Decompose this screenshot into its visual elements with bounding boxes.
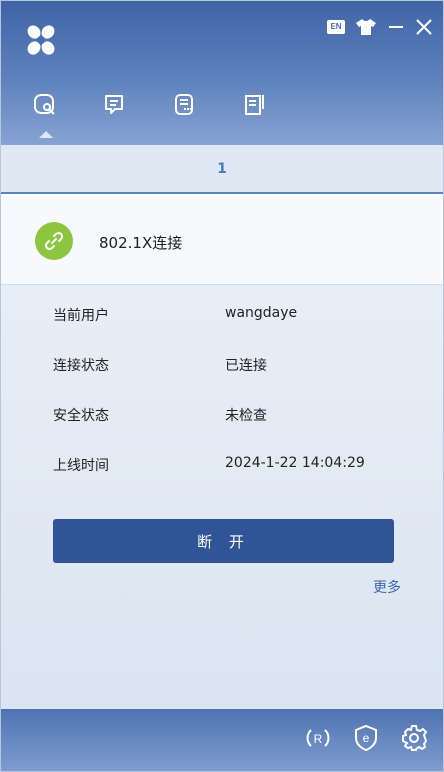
connection-name: 802.1X连接 [99, 234, 183, 252]
security-value: 未检查 [225, 408, 267, 424]
log-icon [175, 94, 193, 115]
language-button[interactable]: EN [327, 20, 345, 34]
online-time-label: 上线时间 [53, 458, 109, 474]
footer-bar: R e [1, 709, 443, 771]
notes-icon [245, 95, 264, 115]
svg-text:R: R [314, 732, 323, 746]
footer-controls: R e [303, 723, 429, 753]
connection-icon [34, 94, 55, 115]
language-icon: EN [327, 20, 345, 34]
message-icon [105, 95, 123, 114]
settings-button[interactable] [399, 723, 429, 753]
active-tab-pointer [39, 131, 53, 138]
tab-notes[interactable] [243, 93, 313, 133]
refresh-button[interactable]: R [303, 723, 333, 753]
connection-header: 802.1X连接 [1, 196, 443, 285]
title-bar-controls: EN [327, 13, 433, 41]
link-icon [35, 222, 73, 260]
header-bar: EN [1, 1, 443, 145]
user-label: 当前用户 [53, 308, 109, 324]
browser-button[interactable]: e [351, 723, 381, 753]
close-button[interactable] [415, 18, 433, 36]
skin-button[interactable] [355, 18, 377, 36]
close-icon [416, 19, 432, 35]
page-number: 1 [217, 160, 227, 177]
online-time-value: 2024-1-22 14:04:29 [225, 455, 365, 471]
tab-log[interactable] [173, 93, 243, 133]
security-label: 安全状态 [53, 408, 109, 424]
status-label: 连接状态 [53, 358, 109, 374]
more-link[interactable]: 更多 [373, 577, 401, 597]
status-value: 已连接 [225, 358, 267, 374]
tab-connection[interactable] [33, 93, 103, 138]
connection-info-panel: 当前用户 wangdaye 连接状态 已连接 安全状态 未检查 上线时间 202… [1, 285, 443, 709]
refresh-icon: R [306, 729, 330, 747]
page-indicator: 1 [1, 145, 443, 194]
tab-messages[interactable] [103, 93, 173, 133]
skin-icon [356, 19, 376, 35]
logo-icon [27, 25, 55, 55]
tab-bar [33, 93, 313, 138]
user-value: wangdaye [225, 305, 298, 321]
minimize-icon [389, 26, 403, 28]
settings-icon [402, 725, 428, 751]
minimize-button[interactable] [387, 18, 405, 36]
client-window: EN 1 802.1X连接 当前用户 wangdaye 连接状态 已连接 安全状… [0, 0, 444, 772]
ie-browser-icon: e [355, 724, 377, 752]
disconnect-button[interactable]: 断 开 [53, 519, 394, 563]
svg-text:e: e [363, 731, 370, 745]
